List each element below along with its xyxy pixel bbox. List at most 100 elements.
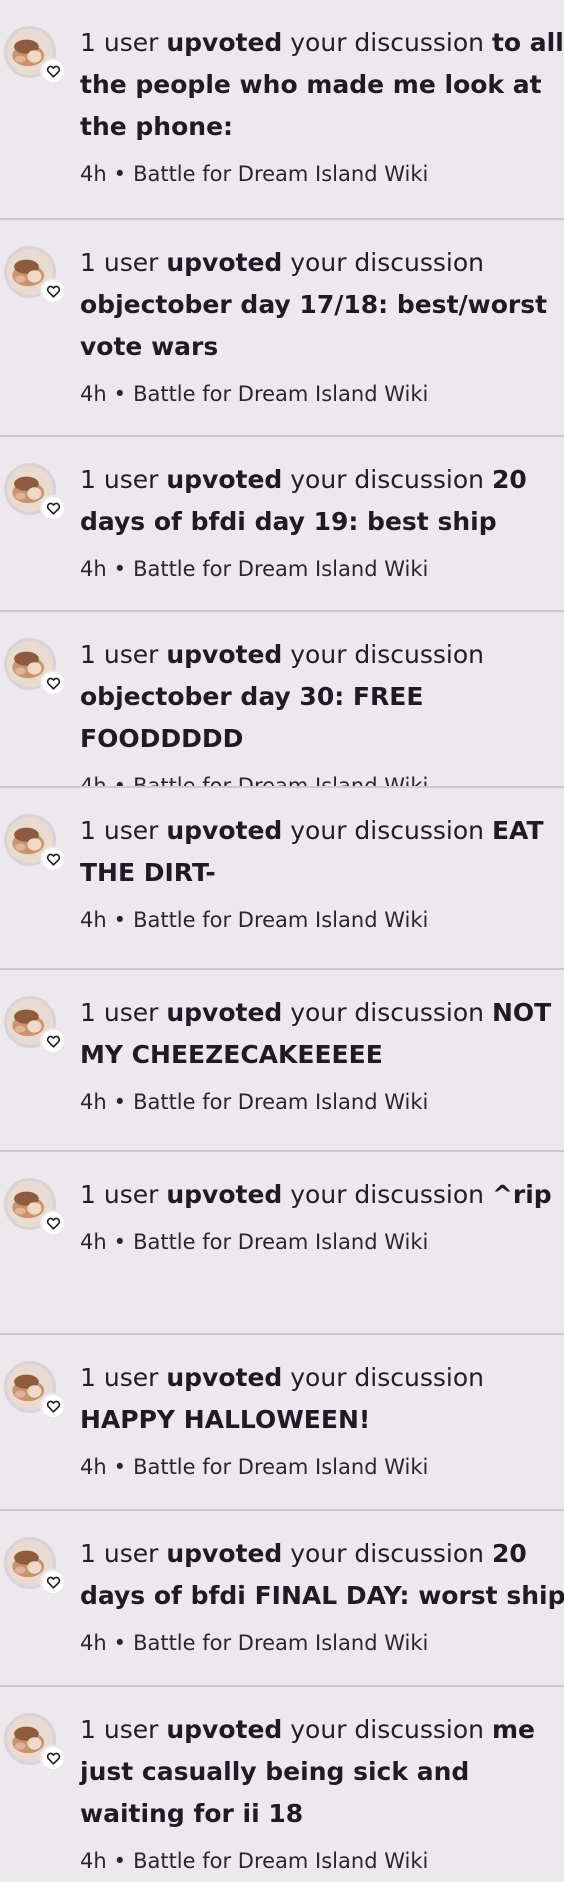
meta-separator: •: [113, 1090, 127, 1114]
wiki-name[interactable]: Battle for Dream Island Wiki: [133, 1849, 428, 1873]
notification-message: 1 user upvoted your discussion 20 days o…: [80, 459, 564, 543]
heart-icon: [40, 670, 66, 696]
notification-meta: 4h • Battle for Dream Island Wiki: [80, 906, 564, 934]
avatar-wrapper: [4, 638, 66, 696]
notification-content: 1 user upvoted your discussion ^rip 4h • B…: [80, 1174, 564, 1256]
wiki-name[interactable]: Battle for Dream Island Wiki: [133, 1631, 428, 1655]
meta-separator: •: [113, 1849, 127, 1873]
timestamp: 4h: [80, 162, 107, 186]
object-text: your discussion: [290, 816, 484, 845]
avatar-wrapper: [4, 814, 66, 872]
notification-meta: 4h • Battle for Dream Island Wiki: [80, 1228, 564, 1256]
notification-feed: 1 user upvoted your discussion to all th…: [0, 0, 564, 1882]
notification-item[interactable]: 1 user upvoted your discussion objectobe…: [0, 610, 564, 786]
object-text: your discussion: [290, 28, 484, 57]
notification-content: 1 user upvoted your discussion to all th…: [80, 22, 564, 188]
meta-separator: •: [113, 774, 127, 786]
notification-meta: 4h • Battle for Dream Island Wiki: [80, 160, 564, 188]
notification-item[interactable]: 1 user upvoted your discussion NOT MY CH…: [0, 968, 564, 1150]
notification-content: 1 user upvoted your discussion EAT THE D…: [80, 810, 564, 934]
avatar-wrapper: [4, 1361, 66, 1419]
avatar-wrapper: [4, 1713, 66, 1771]
notification-meta: 4h • Battle for Dream Island Wiki: [80, 1088, 564, 1116]
wiki-name[interactable]: Battle for Dream Island Wiki: [133, 1455, 428, 1479]
wiki-name[interactable]: Battle for Dream Island Wiki: [133, 382, 428, 406]
heart-icon: [40, 58, 66, 84]
action-text: upvoted: [166, 816, 283, 845]
meta-separator: •: [113, 162, 127, 186]
notification-content: 1 user upvoted your discussion objectobe…: [80, 242, 564, 408]
notification-content: 1 user upvoted your discussion HAPPY HAL…: [80, 1357, 564, 1481]
wiki-name[interactable]: Battle for Dream Island Wiki: [133, 1230, 428, 1254]
action-text: upvoted: [166, 248, 283, 277]
meta-separator: •: [113, 1230, 127, 1254]
object-text: your discussion: [290, 1363, 484, 1392]
notification-message: 1 user upvoted your discussion me just c…: [80, 1709, 564, 1835]
action-text: upvoted: [166, 1715, 283, 1744]
notification-item[interactable]: 1 user upvoted your discussion 20 days o…: [0, 435, 564, 610]
object-text: your discussion: [290, 1715, 484, 1744]
notification-content: 1 user upvoted your discussion objectobe…: [80, 634, 564, 786]
discussion-title[interactable]: HAPPY HALLOWEEN!: [80, 1405, 370, 1434]
timestamp: 4h: [80, 1849, 107, 1873]
avatar-wrapper: [4, 1178, 66, 1236]
heart-icon: [40, 1028, 66, 1054]
notification-meta: 4h • Battle for Dream Island Wiki: [80, 1453, 564, 1481]
notification-item[interactable]: 1 user upvoted your discussion 20 days o…: [0, 1509, 564, 1685]
avatar-wrapper: [4, 996, 66, 1054]
notification-message: 1 user upvoted your discussion 20 days o…: [80, 1533, 564, 1617]
wiki-name[interactable]: Battle for Dream Island Wiki: [133, 557, 428, 581]
notification-content: 1 user upvoted your discussion me just c…: [80, 1709, 564, 1875]
heart-icon: [40, 846, 66, 872]
notification-item[interactable]: 1 user upvoted your discussion HAPPY HAL…: [0, 1333, 564, 1509]
discussion-title[interactable]: ^rip: [492, 1180, 552, 1209]
meta-separator: •: [113, 557, 127, 581]
heart-icon: [40, 1569, 66, 1595]
notification-message: 1 user upvoted your discussion NOT MY CH…: [80, 992, 564, 1076]
object-text: your discussion: [290, 1180, 484, 1209]
notification-meta: 4h • Battle for Dream Island Wiki: [80, 1629, 564, 1657]
action-text: upvoted: [166, 1180, 283, 1209]
timestamp: 4h: [80, 1631, 107, 1655]
notification-message: 1 user upvoted your discussion ^rip: [80, 1174, 564, 1216]
action-text: upvoted: [166, 998, 283, 1027]
timestamp: 4h: [80, 1090, 107, 1114]
wiki-name[interactable]: Battle for Dream Island Wiki: [133, 162, 428, 186]
notification-meta: 4h • Battle for Dream Island Wiki: [80, 772, 564, 786]
object-text: your discussion: [290, 998, 484, 1027]
user-count: 1 user: [80, 998, 159, 1027]
avatar-wrapper: [4, 463, 66, 521]
meta-separator: •: [113, 1455, 127, 1479]
notification-content: 1 user upvoted your discussion 20 days o…: [80, 459, 564, 583]
wiki-name[interactable]: Battle for Dream Island Wiki: [133, 1090, 428, 1114]
timestamp: 4h: [80, 382, 107, 406]
notification-item[interactable]: 1 user upvoted your discussion objectobe…: [0, 218, 564, 435]
notification-item[interactable]: 1 user upvoted your discussion me just c…: [0, 1685, 564, 1882]
object-text: your discussion: [290, 1539, 484, 1568]
user-count: 1 user: [80, 1363, 159, 1392]
user-count: 1 user: [80, 465, 159, 494]
notification-meta: 4h • Battle for Dream Island Wiki: [80, 380, 564, 408]
heart-icon: [40, 495, 66, 521]
notification-item[interactable]: 1 user upvoted your discussion ^rip 4h • B…: [0, 1150, 564, 1333]
notification-content: 1 user upvoted your discussion NOT MY CH…: [80, 992, 564, 1116]
meta-separator: •: [113, 908, 127, 932]
notification-item[interactable]: 1 user upvoted your discussion EAT THE D…: [0, 786, 564, 968]
notification-meta: 4h • Battle for Dream Island Wiki: [80, 1847, 564, 1875]
timestamp: 4h: [80, 1455, 107, 1479]
avatar-wrapper: [4, 1537, 66, 1595]
action-text: upvoted: [166, 1539, 283, 1568]
user-count: 1 user: [80, 1715, 159, 1744]
wiki-name[interactable]: Battle for Dream Island Wiki: [133, 908, 428, 932]
heart-icon: [40, 1210, 66, 1236]
user-count: 1 user: [80, 28, 159, 57]
wiki-name[interactable]: Battle for Dream Island Wiki: [133, 774, 428, 786]
heart-icon: [40, 1393, 66, 1419]
avatar-wrapper: [4, 246, 66, 304]
object-text: your discussion: [290, 248, 484, 277]
discussion-title[interactable]: objectober day 17/18: best/worst vote wa…: [80, 290, 547, 361]
discussion-title[interactable]: objectober day 30: FREE FOODDDDD: [80, 682, 423, 753]
action-text: upvoted: [166, 465, 283, 494]
meta-separator: •: [113, 1631, 127, 1655]
notification-item[interactable]: 1 user upvoted your discussion to all th…: [0, 0, 564, 218]
